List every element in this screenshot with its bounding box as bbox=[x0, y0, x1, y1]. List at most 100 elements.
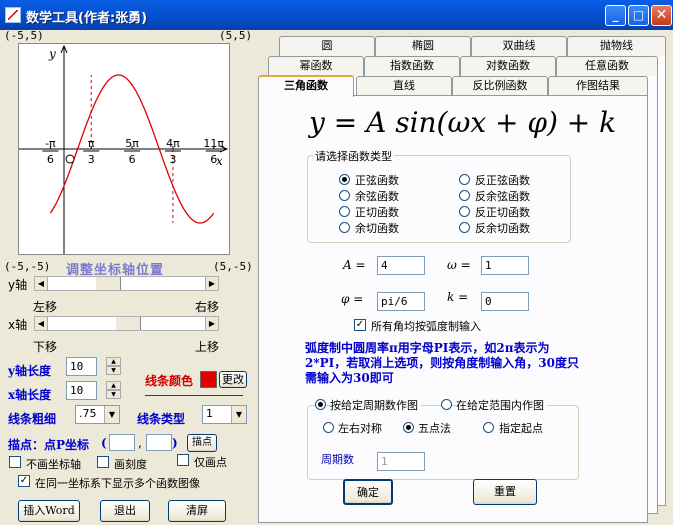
param-k-label: k = bbox=[447, 290, 469, 304]
radian-checkbox[interactable]: ✓ bbox=[354, 319, 366, 331]
radio-cotangent[interactable] bbox=[339, 222, 350, 233]
radio-arccosine[interactable] bbox=[459, 190, 470, 201]
param-omega-label: ω = bbox=[447, 258, 471, 272]
param-omega-input[interactable]: 1 bbox=[481, 256, 529, 275]
x-axis-scrollbar[interactable]: ◀ ▶ bbox=[34, 316, 219, 331]
origin-circle bbox=[65, 154, 75, 164]
y-axis-label: y bbox=[48, 47, 56, 61]
y-length-label: y轴长度 bbox=[8, 364, 51, 378]
line-thickness-select[interactable]: .75 ▼ bbox=[75, 405, 120, 424]
scroll-right-arrow-icon[interactable]: ▶ bbox=[205, 317, 218, 330]
x-scroll-thumb[interactable] bbox=[115, 317, 141, 330]
radio-sine[interactable] bbox=[339, 174, 350, 185]
chevron-down-icon[interactable]: ▼ bbox=[231, 406, 246, 423]
maximize-button[interactable]: □ bbox=[628, 5, 649, 26]
line-color-swatch[interactable] bbox=[200, 371, 217, 388]
x-tick-label-numerator: 4π bbox=[166, 137, 180, 150]
plot-point-button[interactable]: 描点 bbox=[187, 434, 217, 452]
draw-ticks-checkbox[interactable] bbox=[97, 456, 109, 468]
exit-button[interactable]: 退出 bbox=[100, 500, 150, 522]
change-color-button[interactable]: 更改 bbox=[219, 371, 247, 388]
x-tick-label-numerator: 11π bbox=[203, 137, 224, 150]
x-axis-scroll-label: x轴 bbox=[8, 318, 28, 332]
radio-by-range[interactable] bbox=[441, 399, 452, 410]
x-length-input[interactable]: 10 bbox=[66, 381, 97, 400]
tab-logarithmic-function[interactable]: 对数函数 bbox=[460, 56, 556, 76]
tab-trig-function[interactable]: 三角函数 bbox=[258, 75, 354, 97]
radio-symmetric[interactable] bbox=[323, 422, 334, 433]
y-axis-scrollbar[interactable]: ◀ ▶ bbox=[34, 276, 219, 291]
y-scroll-thumb[interactable] bbox=[95, 277, 121, 290]
tab-plot-result[interactable]: 作图结果 bbox=[548, 76, 648, 96]
radio-arcsine[interactable] bbox=[459, 174, 470, 185]
corner-top-left: (-5,5) bbox=[4, 29, 44, 42]
y-length-input[interactable]: 10 bbox=[66, 357, 97, 376]
title-bar: 数学工具(作者:张勇) _ □ ✕ bbox=[0, 0, 673, 30]
point-y-input[interactable] bbox=[146, 434, 172, 451]
close-button[interactable]: ✕ bbox=[651, 5, 672, 26]
corner-bottom-right: (5,-5) bbox=[213, 260, 253, 273]
scroll-left-arrow-icon[interactable]: ◀ bbox=[35, 317, 48, 330]
insert-word-button[interactable]: 插入Word bbox=[18, 500, 80, 522]
period-count-input[interactable]: 1 bbox=[377, 452, 425, 471]
y-axis-scroll-label: y轴 bbox=[8, 278, 28, 292]
ok-button[interactable]: 确定 bbox=[343, 479, 393, 505]
radio-start-point[interactable] bbox=[483, 422, 494, 433]
x-tick-label-numerator: -π bbox=[45, 137, 56, 150]
tab-power-function[interactable]: 幂函数 bbox=[268, 56, 364, 76]
line-type-label: 线条类型 bbox=[137, 412, 186, 426]
radio-arctangent[interactable] bbox=[459, 206, 470, 217]
radio-arccotangent[interactable] bbox=[459, 222, 470, 233]
minimize-button[interactable]: _ bbox=[605, 5, 626, 26]
scroll-right-arrow-icon[interactable]: ▶ bbox=[205, 277, 218, 290]
tab-parabola[interactable]: 抛物线 bbox=[567, 36, 666, 56]
param-a-input[interactable]: 4 bbox=[377, 256, 425, 275]
tab-hyperbola[interactable]: 双曲线 bbox=[471, 36, 567, 56]
no-axes-checkbox[interactable] bbox=[9, 456, 21, 468]
radio-tangent[interactable] bbox=[339, 206, 350, 217]
x-tick-label-numerator: 5π bbox=[125, 137, 139, 150]
tab-arbitrary-function[interactable]: 任意函数 bbox=[556, 56, 658, 76]
clear-screen-button[interactable]: 清屏 bbox=[168, 500, 226, 522]
chevron-down-icon[interactable]: ▼ bbox=[104, 406, 119, 423]
scroll-left-arrow-icon[interactable]: ◀ bbox=[35, 277, 48, 290]
color-divider bbox=[145, 395, 243, 396]
y-length-spinner[interactable]: ▲ ▼ bbox=[106, 357, 121, 376]
tab-ellipse[interactable]: 椭圆 bbox=[375, 36, 471, 56]
move-down-label: 下移 bbox=[33, 340, 58, 354]
tab-exponential-function[interactable]: 指数函数 bbox=[364, 56, 460, 76]
line-type-select[interactable]: 1 ▼ bbox=[202, 405, 247, 424]
param-phi-input[interactable]: pi/6 bbox=[377, 292, 425, 311]
move-up-label: 上移 bbox=[195, 340, 220, 354]
only-point-checkbox[interactable] bbox=[177, 454, 189, 466]
radio-by-range-label: 在给定范围内作图 bbox=[456, 397, 547, 413]
param-phi-label: φ = bbox=[341, 292, 364, 306]
tab-circle[interactable]: 圆 bbox=[279, 36, 375, 56]
param-k-input[interactable]: 0 bbox=[481, 292, 529, 311]
point-open-paren: ( bbox=[101, 436, 107, 450]
x-length-spinner[interactable]: ▲ ▼ bbox=[106, 381, 121, 400]
multi-function-checkbox[interactable]: ✓ bbox=[18, 475, 30, 487]
radio-five-point[interactable] bbox=[403, 422, 414, 433]
radio-sine-label: 正弦函数 bbox=[355, 174, 399, 187]
line-thickness-value: .75 bbox=[79, 407, 97, 420]
radio-cosine[interactable] bbox=[339, 190, 350, 201]
x-length-label: x轴长度 bbox=[8, 388, 52, 402]
radio-arctangent-label: 反正切函数 bbox=[475, 206, 530, 219]
radio-start-point-label: 指定起点 bbox=[499, 422, 543, 435]
x-tick-label-denominator: 3 bbox=[169, 153, 176, 166]
radio-by-period[interactable] bbox=[315, 399, 326, 410]
x-tick-label-denominator: 6 bbox=[47, 153, 54, 166]
function-type-group-label: 请选择函数类型 bbox=[313, 148, 394, 164]
radio-arccosine-label: 反余弦函数 bbox=[475, 190, 530, 203]
x-tick-label-denominator: 3 bbox=[88, 153, 95, 166]
radian-checkbox-label: 所有角均按弧度制输入 bbox=[371, 320, 481, 333]
tab-inverse-proportion[interactable]: 反比例函数 bbox=[452, 76, 548, 96]
radio-symmetric-label: 左右对称 bbox=[338, 422, 382, 435]
graph-canvas[interactable]: x y -π 6 π 3 5π 6 4π 3 11π 6 bbox=[18, 43, 230, 255]
reset-button[interactable]: 重置 bbox=[473, 479, 537, 505]
draw-mode-group bbox=[307, 405, 579, 480]
tab-line[interactable]: 直线 bbox=[356, 76, 452, 96]
no-axes-label: 不画坐标轴 bbox=[26, 458, 81, 471]
point-x-input[interactable] bbox=[109, 434, 135, 451]
